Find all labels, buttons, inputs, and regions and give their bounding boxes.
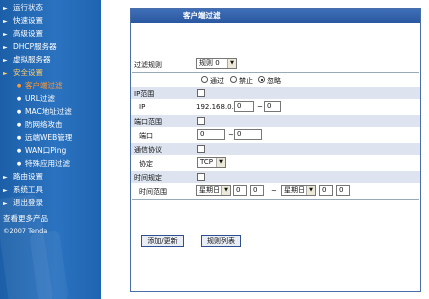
sub-item-special-app[interactable]: ● 特殊应用过滤 — [13, 158, 70, 170]
radio-ignore-label: 忽略 — [267, 77, 281, 85]
chevron-down-icon: ▼ — [221, 186, 230, 195]
arrow-icon: ► — [3, 18, 8, 25]
radio-pass-label: 通过 — [210, 77, 224, 85]
client-filter-panel: 客户端过滤 过滤规则 规则 0 ▼ 通过 禁止 忽略 IP范围 IP 192.16… — [130, 8, 421, 292]
bullet-icon: ● — [16, 122, 22, 128]
day-to-select[interactable]: 星期日 ▼ — [281, 185, 316, 196]
tilde: ~ — [271, 187, 277, 195]
chevron-down-icon: ▼ — [216, 158, 225, 167]
arrow-icon: ► — [3, 44, 8, 51]
ip-to-input[interactable]: 0 — [264, 101, 281, 112]
nav-item-virtual-server[interactable]: ► 虚拟服务器 — [3, 54, 51, 66]
sub-item-client-filter[interactable]: ● 客户端过滤 — [13, 80, 63, 92]
port-to-input[interactable]: 0 — [234, 129, 262, 140]
radio-block[interactable] — [230, 76, 237, 83]
protocol-select[interactable]: TCP ▼ — [197, 157, 226, 168]
hour-from-input[interactable]: 0 — [233, 185, 247, 196]
chevron-down-icon: ▼ — [227, 59, 236, 68]
tilde: ~ — [257, 103, 263, 111]
agreement-label: 协定 — [139, 160, 153, 168]
time-range-row: 时间范围 星期日 ▼ 0 0 ~ 星期日 ▼ 0 0 — [131, 184, 420, 198]
ip-range-row: IP范围 — [131, 87, 420, 99]
radio-pass[interactable] — [201, 76, 208, 83]
hour-to-input[interactable]: 0 — [319, 185, 333, 196]
ip-prefix: 192.168.0. — [196, 103, 234, 111]
add-update-button[interactable]: 添加/更新 — [141, 235, 184, 247]
chevron-down-icon: ▼ — [306, 186, 315, 195]
copyright: ©2007 Tenda — [3, 227, 48, 235]
minute-to-input[interactable]: 0 — [336, 185, 350, 196]
bullet-icon: ● — [16, 96, 22, 102]
ip-label: IP — [139, 103, 146, 111]
arrow-icon: ► — [3, 57, 8, 64]
nav-item-quick-setup[interactable]: ► 快速设置 — [3, 15, 43, 27]
ip-range-label: IP范围 — [134, 90, 155, 98]
ip-row: IP 192.168.0. 0 ~ 0 — [131, 100, 420, 114]
day-from-select[interactable]: 星期日 ▼ — [196, 185, 231, 196]
filter-rule-label: 过滤规则 — [134, 61, 162, 69]
filter-rule-select[interactable]: 规则 0 ▼ — [196, 58, 237, 69]
time-row: 时间规定 — [131, 171, 420, 183]
sub-item-wan-ping[interactable]: ● WAN口Ping — [13, 145, 66, 157]
nav-item-dhcp[interactable]: ► DHCP服务器 — [3, 41, 57, 53]
nav-item-logout[interactable]: ► 退出登录 — [3, 197, 43, 209]
sub-item-anti-attack[interactable]: ● 防网络攻击 — [13, 119, 63, 131]
sidebar-nav: ► 运行状态 ► 快速设置 ► 高级设置 ► DHCP服务器 ► 虚拟服务器 ► 安全设置 … — [0, 0, 101, 299]
more-products-link[interactable]: 查看更多产品 — [3, 213, 48, 224]
bullet-icon: ● — [16, 109, 22, 115]
bullet-icon: ● — [16, 161, 22, 167]
protocol-row: 通信协议 — [131, 143, 420, 155]
arrow-icon: ► — [3, 174, 8, 181]
time-range-label: 时间范围 — [139, 188, 167, 196]
port-range-row: 端口范围 — [131, 115, 420, 127]
rule-list-button[interactable]: 规则列表 — [201, 235, 241, 247]
nav-item-routing[interactable]: ► 路由设置 — [3, 171, 43, 183]
port-range-checkbox[interactable] — [197, 117, 205, 125]
ip-range-checkbox[interactable] — [197, 89, 205, 97]
protocol-label: 通信协议 — [134, 146, 162, 154]
sub-item-mac-filter[interactable]: ● MAC地址过滤 — [13, 106, 72, 118]
arrow-icon: ► — [3, 187, 8, 194]
minute-from-input[interactable]: 0 — [250, 185, 264, 196]
time-checkbox[interactable] — [197, 173, 205, 181]
arrow-icon: ► — [3, 200, 8, 207]
arrow-icon: ► — [3, 70, 8, 77]
time-label: 时间规定 — [134, 174, 162, 182]
action-radio-row: 通过 禁止 忽略 — [131, 73, 420, 86]
radio-block-label: 禁止 — [239, 77, 253, 85]
bullet-icon: ● — [16, 135, 22, 141]
radio-ignore[interactable] — [258, 76, 265, 83]
page-title: 客户端过滤 — [131, 9, 420, 23]
port-row: 端口 0 ~ 0 — [131, 128, 420, 142]
agreement-row: 协定 TCP ▼ — [131, 156, 420, 170]
arrow-icon: ► — [3, 31, 8, 38]
protocol-checkbox[interactable] — [197, 145, 205, 153]
port-label: 端口 — [139, 132, 153, 140]
tilde: ~ — [228, 131, 234, 139]
sub-item-url-filter[interactable]: ● URL过滤 — [13, 93, 55, 105]
bullet-icon: ● — [16, 148, 22, 154]
sub-item-remote-web[interactable]: ● 远端WEB管理 — [13, 132, 73, 144]
nav-item-security[interactable]: ► 安全设置 — [3, 67, 43, 79]
divider — [132, 199, 419, 200]
bullet-icon: ● — [16, 83, 22, 89]
nav-item-system-tools[interactable]: ► 系统工具 — [3, 184, 43, 196]
ip-from-input[interactable]: 0 — [234, 101, 254, 112]
nav-item-advanced[interactable]: ► 高级设置 — [3, 28, 43, 40]
port-range-label: 端口范围 — [134, 118, 162, 126]
arrow-icon: ► — [3, 5, 8, 12]
nav-item-status[interactable]: ► 运行状态 — [3, 2, 43, 14]
filter-rule-row: 过滤规则 规则 0 ▼ — [131, 57, 420, 71]
port-from-input[interactable]: 0 — [197, 129, 225, 140]
